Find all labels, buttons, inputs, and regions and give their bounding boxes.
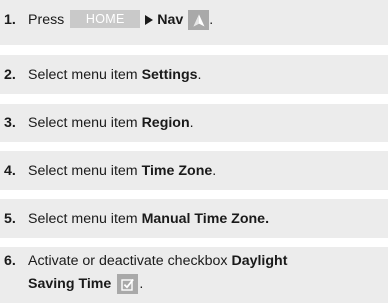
- step-text: Select menu item: [28, 163, 142, 179]
- step-text: Press: [28, 12, 65, 28]
- step-6: 6. Activate or deactivate checkbox Dayli…: [0, 247, 388, 303]
- checkbox-checked-icon: [117, 274, 139, 294]
- step-1: 1. Press HOME Nav .: [0, 0, 388, 45]
- step-suffix: .: [139, 276, 144, 292]
- nav-label: Nav: [157, 12, 184, 28]
- step-number: 5.: [4, 211, 16, 227]
- step-number: 4.: [4, 163, 16, 179]
- step-suffix: .: [189, 115, 194, 131]
- home-button: HOME: [70, 10, 141, 28]
- instruction-steps: 1. Press HOME Nav . 2. Select menu item …: [0, 0, 388, 303]
- arrow-right-icon: [145, 15, 154, 25]
- navigation-arrow-icon: [188, 10, 210, 30]
- menu-item-name: Manual Time Zone.: [141, 211, 270, 227]
- step-text: Select menu item: [28, 115, 142, 131]
- menu-item-name: Time Zone: [141, 163, 213, 179]
- menu-item-name: Settings: [141, 67, 198, 83]
- step-number: 3.: [4, 115, 16, 131]
- checkbox-name-part-1: Daylight: [231, 253, 288, 269]
- step-number: 2.: [4, 67, 16, 83]
- step-suffix: .: [209, 12, 214, 28]
- menu-item-name: Region: [141, 115, 190, 131]
- step-text: Select menu item: [28, 67, 142, 83]
- step-suffix: .: [197, 67, 202, 83]
- step-2: 2. Select menu item Settings .: [0, 55, 388, 94]
- step-3: 3. Select menu item Region .: [0, 104, 388, 142]
- step-text: Activate or deactivate checkbox: [28, 253, 232, 269]
- step-number: 6.: [4, 253, 16, 269]
- step-number: 1.: [4, 12, 16, 28]
- step-text: Select menu item: [28, 211, 142, 227]
- checkbox-name-part-2: Saving Time: [28, 276, 112, 292]
- step-5: 5. Select menu item Manual Time Zone.: [0, 199, 388, 238]
- step-4: 4. Select menu item Time Zone .: [0, 151, 388, 190]
- step-suffix: .: [212, 163, 217, 179]
